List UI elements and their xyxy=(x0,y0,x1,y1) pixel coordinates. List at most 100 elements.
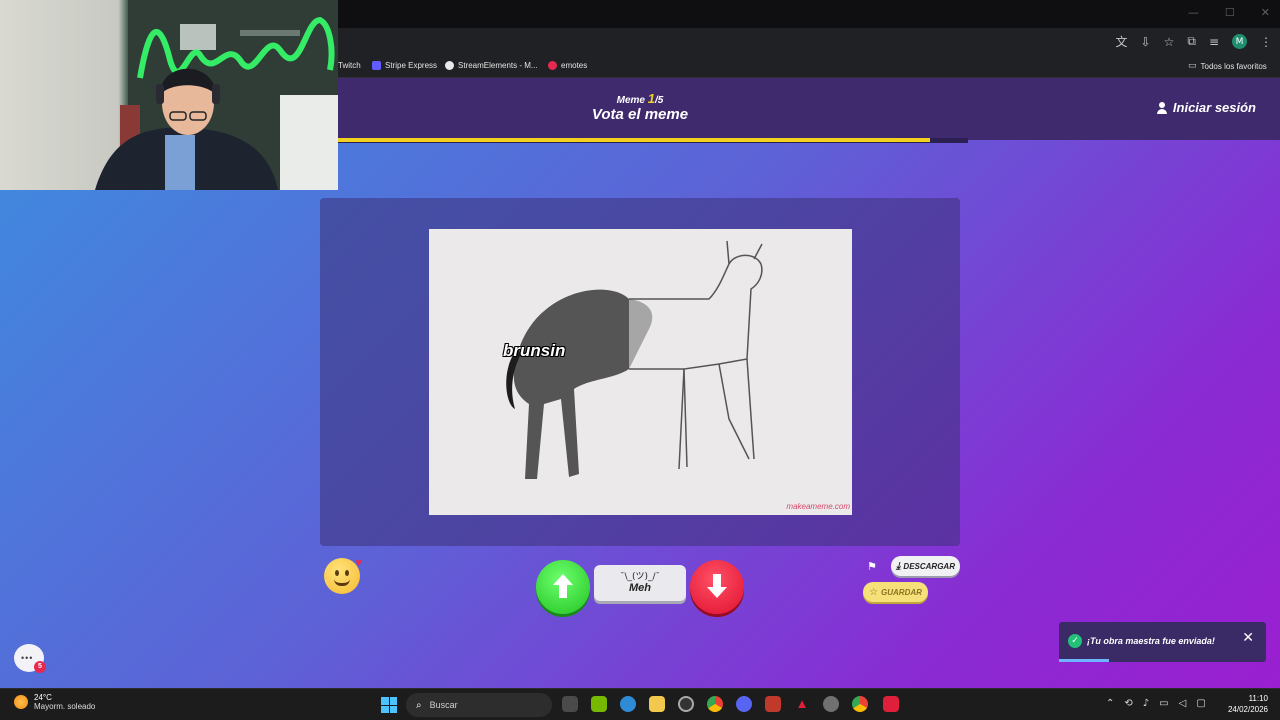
folder-icon: ▭ xyxy=(1188,61,1197,71)
meme-progress-bar xyxy=(338,138,968,143)
microphone-icon[interactable]: ♪ xyxy=(1143,698,1149,709)
clock-time: 11:10 xyxy=(1248,694,1268,703)
search-icon: ⌕ xyxy=(416,699,422,711)
download-label: DESCARGAR xyxy=(903,561,955,571)
login-button[interactable]: Iniciar sesión xyxy=(1156,100,1256,115)
network-icon[interactable]: ▭ xyxy=(1159,698,1168,709)
report-flag-icon[interactable]: ⚑ xyxy=(867,560,877,573)
start-button[interactable] xyxy=(381,697,397,713)
heart-icon: ♥ xyxy=(355,557,362,569)
webcam-overlay xyxy=(0,0,338,190)
meme-panel: brunsin makeameme.com xyxy=(320,198,960,546)
close-toast-icon[interactable]: ✕ xyxy=(1242,630,1254,646)
user-icon xyxy=(1156,101,1167,114)
success-toast: ✓ ¡Tu obra maestra fue enviada! ✕ xyxy=(1059,622,1266,662)
toast-progress xyxy=(1059,659,1109,662)
bookmark-label: StreamElements - M... xyxy=(458,61,538,70)
weather-temp: 24°C xyxy=(34,693,52,702)
arrow-up-icon xyxy=(553,574,573,598)
emoji-mouth xyxy=(334,579,350,586)
meh-button[interactable]: ¯\_(ツ)_/¯ Meh xyxy=(594,565,686,601)
chat-icon: ••• xyxy=(21,653,34,663)
chat-badge: 5 xyxy=(34,661,46,673)
profile-avatar[interactable]: M xyxy=(1232,34,1247,49)
maximize-icon[interactable]: ☐ xyxy=(1225,6,1235,19)
meme-image: brunsin makeameme.com xyxy=(429,229,852,515)
edge-icon[interactable] xyxy=(620,696,636,712)
window-controls: — ☐ ✕ xyxy=(1188,6,1270,19)
weather-widget[interactable]: 24°C Mayorm. soleado xyxy=(14,693,95,711)
system-tray: ⌃ ⟲ ♪ ▭ ◁ ▢ xyxy=(1106,698,1206,709)
minimize-icon[interactable]: — xyxy=(1188,6,1199,19)
extensions-icon[interactable]: ⧉ xyxy=(1187,34,1196,49)
bookmark-label: Stripe Express xyxy=(385,61,438,70)
app-icon[interactable] xyxy=(883,696,899,712)
obs-icon[interactable] xyxy=(678,696,694,712)
weather-condition: Mayorm. soleado xyxy=(34,702,96,711)
menu-icon[interactable]: ⋮ xyxy=(1260,35,1272,49)
chat-button[interactable]: ••• 5 xyxy=(14,644,46,673)
sun-icon xyxy=(14,695,28,709)
close-window-icon[interactable]: ✕ xyxy=(1261,6,1270,19)
search-placeholder: Buscar xyxy=(429,700,458,710)
emoji-eye xyxy=(345,570,349,576)
meme-counter: Meme 1/5 xyxy=(560,91,720,106)
check-circle-icon: ✓ xyxy=(1068,634,1082,648)
taskbar: 24°C Mayorm. soleado ⌕ Buscar ▲ ⌃ ⟲ ♪ ▭ … xyxy=(0,688,1280,720)
bookmark-label: emotes xyxy=(561,61,588,70)
volume-icon[interactable]: ◁ xyxy=(1179,698,1187,709)
meme-caption: brunsin xyxy=(503,341,566,360)
bookmark-twitch[interactable]: Twitch xyxy=(338,61,361,70)
notification-icon[interactable]: ▢ xyxy=(1196,698,1205,709)
taskbar-search[interactable]: ⌕ Buscar xyxy=(406,693,552,717)
arrow-down-icon xyxy=(707,574,727,598)
chrome-profile-icon[interactable] xyxy=(852,696,868,712)
counter-total: /5 xyxy=(655,95,664,106)
toast-message: ¡Tu obra maestra fue enviada! xyxy=(1087,636,1215,646)
media-icon[interactable]: ≡ xyxy=(1209,35,1219,49)
bookmark-stripe[interactable]: Stripe Express xyxy=(372,61,437,70)
meh-label: Meh xyxy=(629,582,651,594)
clock[interactable]: 11:10 24/02/2026 xyxy=(1228,693,1268,715)
webcam-feed xyxy=(95,0,338,190)
clock-date: 24/02/2026 xyxy=(1227,705,1268,714)
all-bookmarks[interactable]: ▭ Todos los favoritos xyxy=(1188,61,1267,71)
sync-icon[interactable]: ⟲ xyxy=(1124,698,1132,709)
install-icon[interactable]: ⇩ xyxy=(1141,35,1151,49)
nvidia-icon[interactable] xyxy=(591,696,607,712)
horse-drawing xyxy=(429,229,852,515)
meme-progress-fill xyxy=(338,138,931,142)
toolbar-icons: 文 ⇩ ☆ ⧉ ≡ M ⋮ xyxy=(1116,33,1272,50)
downvote-button[interactable] xyxy=(690,560,744,614)
bookmark-emotes[interactable]: emotes xyxy=(548,61,587,70)
vote-controls: ¯\_(ツ)_/¯ Meh xyxy=(536,560,746,616)
chevron-up-icon[interactable]: ⌃ xyxy=(1106,698,1114,709)
download-button[interactable]: ⤓ DESCARGAR xyxy=(891,556,960,576)
voicemod-icon[interactable] xyxy=(765,696,781,712)
stripe-icon xyxy=(372,61,381,70)
chrome-icon[interactable] xyxy=(707,696,723,712)
download-icon: ⤓ xyxy=(896,560,901,572)
streamelements-icon xyxy=(445,61,454,70)
translate-icon[interactable]: 文 xyxy=(1116,33,1128,50)
emoji-eye xyxy=(335,570,339,576)
shrug-emoticon: ¯\_(ツ)_/¯ xyxy=(619,572,661,582)
file-explorer-icon[interactable] xyxy=(649,696,665,712)
bookmark-streamelements[interactable]: StreamElements - M... xyxy=(445,61,538,70)
bookmark-star-icon[interactable]: ☆ xyxy=(1164,35,1175,49)
save-button[interactable]: ☆ GUARDAR xyxy=(863,582,928,602)
upvote-button[interactable] xyxy=(536,560,590,614)
bookmark-label: Twitch xyxy=(338,61,361,70)
save-label: GUARDAR xyxy=(881,587,922,597)
discord-icon[interactable] xyxy=(736,696,752,712)
task-view-icon[interactable] xyxy=(562,696,578,712)
page-title: Vota el meme xyxy=(591,106,689,123)
emotes-icon xyxy=(548,61,557,70)
all-bookmarks-label: Todos los favoritos xyxy=(1200,61,1267,71)
reaction-emoji-button[interactable]: ♥ xyxy=(324,557,362,594)
adobe-icon[interactable]: ▲ xyxy=(794,696,810,712)
settings-gear-icon[interactable] xyxy=(823,696,839,712)
star-icon: ☆ xyxy=(869,586,879,598)
meme-watermark: makeameme.com xyxy=(786,502,850,511)
login-label: Iniciar sesión xyxy=(1172,100,1256,115)
